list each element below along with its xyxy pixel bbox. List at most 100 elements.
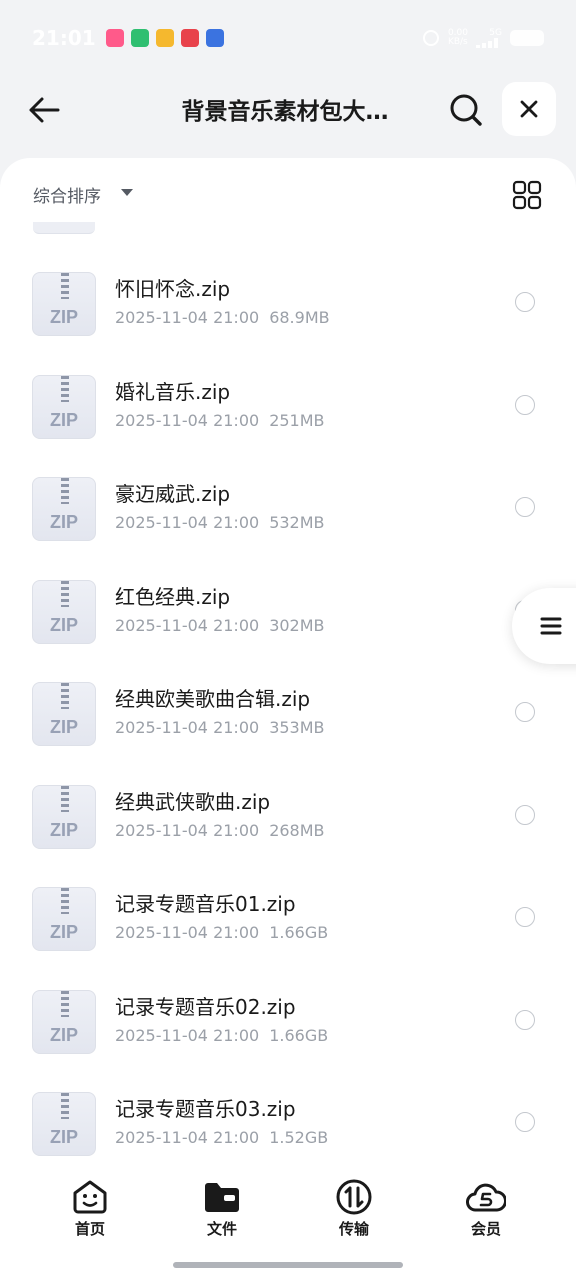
- nav-home-label: 首页: [74, 1220, 105, 1238]
- file-list-item[interactable]: ZIP 记录专题音乐02.zip 2025-11-04 21:00 1.66GB: [0, 966, 576, 1069]
- zip-badge: ZIP: [49, 512, 78, 532]
- file-meta: 2025-11-04 21:00 251MB: [115, 411, 325, 430]
- back-button[interactable]: [22, 88, 66, 132]
- file-meta: 2025-11-04 21:00 532MB: [115, 513, 325, 532]
- zipper-icon: [61, 375, 69, 402]
- file-list-item[interactable]: ZIP 豪迈威武.zip 2025-11-04 21:00 532MB: [0, 453, 576, 556]
- signal-icon: [476, 37, 498, 48]
- zip-badge: ZIP: [49, 614, 78, 635]
- file-size: 532MB: [269, 513, 325, 532]
- nav-vip-label: 会员: [470, 1220, 501, 1238]
- zip-badge: ZIP: [49, 307, 78, 327]
- network-speed: 0.00 KB/s: [448, 29, 468, 47]
- file-list-item[interactable]: ZIP 婚礼音乐.zip 2025-11-04 21:00 251MB: [0, 351, 576, 454]
- file-date: 2025-11-04 21:00: [115, 1025, 260, 1045]
- sort-dropdown[interactable]: 综合排序: [33, 182, 101, 207]
- file-name: 记录专题音乐02.zip: [115, 994, 296, 1019]
- file-list-item[interactable]: ZIP 怀旧怀念.zip 2025-11-04 21:00 68.9MB: [0, 248, 576, 351]
- file-list-item[interactable]: ZIP 记录专题音乐03.zip 2025-11-04 21:00 1.52GB: [0, 1068, 576, 1171]
- status-bar: 21:01 0.00 KB/s 5G: [0, 0, 576, 76]
- zip-badge: ZIP: [49, 1127, 78, 1147]
- zipper-icon: [61, 580, 69, 607]
- file-meta: 2025-11-04 21:00 1.66GB: [115, 1026, 328, 1045]
- select-radio[interactable]: [515, 1009, 535, 1030]
- nav-transfer-label: 传输: [338, 1220, 369, 1238]
- grid-view-icon[interactable]: [512, 180, 542, 210]
- file-name: 婚礼音乐.zip: [115, 379, 231, 404]
- bottom-nav: 首页 文件 传输 会员: [0, 1162, 576, 1280]
- battery-icon: [510, 30, 544, 46]
- file-size: 1.66GB: [269, 1025, 329, 1045]
- file-meta: 2025-11-04 21:00 353MB: [115, 718, 325, 737]
- zip-file-icon: ZIP: [32, 887, 96, 951]
- file-name: 记录专题音乐01.zip: [115, 892, 296, 916]
- network-speed-unit: KB/s: [447, 37, 468, 47]
- green-app-icon: [130, 29, 149, 47]
- file-name: 怀旧怀念.zip: [115, 277, 231, 301]
- nav-home[interactable]: 首页: [50, 1178, 130, 1238]
- select-radio[interactable]: [515, 804, 535, 825]
- zip-file-icon: ZIP: [32, 989, 96, 1054]
- close-icon: [520, 100, 538, 118]
- zip-badge: ZIP: [49, 922, 78, 942]
- zip-file-icon: ZIP: [32, 579, 96, 644]
- file-meta: 2025-11-04 21:00 1.52GB: [115, 1128, 328, 1147]
- file-list-item[interactable]: ZIP 红色经典.zip 2025-11-04 21:00 302MB: [0, 556, 576, 659]
- file-meta: 2025-11-04 21:00 302MB: [115, 616, 325, 635]
- file-size: 1.52GB: [269, 1128, 329, 1147]
- file-size: 68.9MB: [269, 308, 330, 327]
- nav-transfer[interactable]: 传输: [314, 1178, 394, 1238]
- page-title: 背景音乐素材包大…: [181, 99, 389, 125]
- caret-down-icon[interactable]: [121, 189, 133, 196]
- file-name: 经典武侠歌曲.zip: [115, 789, 271, 814]
- zip-badge: ZIP: [49, 717, 78, 737]
- zipper-icon: [61, 990, 69, 1017]
- select-radio[interactable]: [515, 497, 535, 517]
- home-face-icon: [70, 1178, 110, 1216]
- zip-file-icon: ZIP: [32, 272, 96, 336]
- partial-list-item: [33, 222, 95, 234]
- file-date: 2025-11-04 21:00: [115, 820, 260, 840]
- zip-file-icon: ZIP: [32, 1092, 96, 1156]
- zipper-icon: [61, 888, 69, 914]
- file-date: 2025-11-04 21:00: [115, 513, 260, 532]
- close-button[interactable]: [502, 82, 556, 136]
- signal-label: 5G: [489, 27, 502, 38]
- file-date: 2025-11-04 21:00: [115, 410, 260, 430]
- signal-group: 5G: [476, 27, 502, 48]
- file-size: 302MB: [269, 615, 325, 635]
- search-button[interactable]: [444, 88, 488, 132]
- zip-badge: ZIP: [49, 1024, 78, 1045]
- file-list: ZIP 怀旧怀念.zip 2025-11-04 21:00 68.9MB ZIP 婚礼音乐…: [0, 248, 576, 1171]
- nav-vip[interactable]: 会员: [446, 1178, 526, 1238]
- file-meta: 2025-11-04 21:00 1.66GB: [115, 923, 328, 942]
- select-radio[interactable]: [515, 702, 535, 722]
- zip-badge: ZIP: [49, 819, 78, 840]
- file-date: 2025-11-04 21:00: [115, 1128, 260, 1147]
- file-name: 记录专题音乐03.zip: [115, 1097, 296, 1121]
- status-app-icons: [105, 29, 231, 47]
- file-date: 2025-11-04 21:00: [115, 718, 260, 737]
- paw-app-icon: [205, 29, 224, 47]
- zip-file-icon: ZIP: [32, 374, 96, 439]
- file-name: 豪迈威武.zip: [115, 482, 231, 506]
- select-radio[interactable]: [515, 907, 535, 927]
- menu-lines-icon: [540, 617, 562, 635]
- file-list-item[interactable]: ZIP 经典欧美歌曲合辑.zip 2025-11-04 21:00 353MB: [0, 658, 576, 761]
- zip-file-icon: ZIP: [32, 784, 96, 849]
- file-size: 1.66GB: [269, 923, 329, 942]
- red-app-icon: [180, 29, 199, 47]
- file-date: 2025-11-04 21:00: [115, 615, 260, 635]
- alarm-icon: [422, 30, 439, 46]
- nav-files[interactable]: 文件: [182, 1178, 262, 1238]
- file-list-item[interactable]: ZIP 经典武侠歌曲.zip 2025-11-04 21:00 268MB: [0, 761, 576, 864]
- select-radio[interactable]: [515, 1112, 535, 1132]
- select-radio[interactable]: [515, 394, 535, 415]
- select-radio[interactable]: [515, 292, 535, 312]
- zipper-icon: [61, 1093, 69, 1119]
- file-sheet: 综合排序 ZIP 怀旧怀念.zip 2025-11-04 21:00 68.9MB ZI…: [0, 158, 576, 1280]
- file-date: 2025-11-04 21:00: [115, 308, 260, 327]
- nav-files-label: 文件: [206, 1220, 237, 1238]
- home-indicator[interactable]: [173, 1262, 403, 1268]
- file-list-item[interactable]: ZIP 记录专题音乐01.zip 2025-11-04 21:00 1.66GB: [0, 863, 576, 966]
